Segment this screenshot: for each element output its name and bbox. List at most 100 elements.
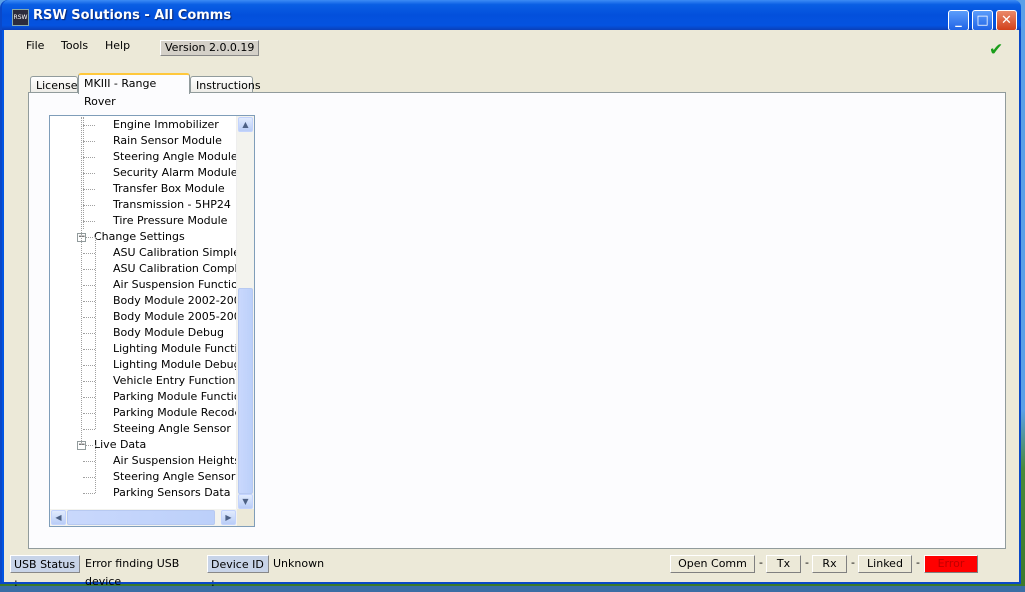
menu-file[interactable]: File	[26, 39, 44, 52]
menu-help[interactable]: Help	[105, 39, 130, 52]
tab-license[interactable]: License	[30, 76, 78, 93]
tree-item[interactable]: Air Suspension Functions	[113, 277, 238, 293]
tree-connector	[83, 333, 95, 334]
tree-connector	[83, 285, 95, 286]
tree-connector	[81, 117, 82, 445]
tree-connector	[83, 477, 95, 478]
menu-bar: File Tools Help Version 2.0.0.19 ✔	[4, 30, 1019, 60]
scroll-right-button[interactable]: ▶	[221, 510, 236, 525]
tree-item[interactable]: Lighting Module Debug	[113, 357, 238, 373]
tree-connector	[83, 317, 95, 318]
tab-panel: Engine Immobilizer Rain Sensor Module Stee…	[28, 92, 1006, 549]
tree-connector	[83, 381, 95, 382]
tree-content: Engine Immobilizer Rain Sensor Module Stee…	[50, 116, 238, 510]
tree-connector	[83, 301, 95, 302]
app-window: RSW RSW Solutions - All Comms _ □ ✕ File…	[0, 0, 1021, 589]
tree-group[interactable]: Live Data	[94, 437, 146, 453]
tree-connector	[83, 221, 95, 222]
tree-item[interactable]: Steering Angle Module	[113, 149, 238, 165]
tab-instructions[interactable]: Instructions	[190, 76, 261, 93]
tree-item[interactable]: Vehicle Entry Functions	[113, 373, 238, 389]
client-area: File Tools Help Version 2.0.0.19 ✔ Licen…	[4, 30, 1019, 589]
tree-item[interactable]: Security Alarm Module	[113, 165, 238, 181]
maximize-button[interactable]: □	[972, 10, 993, 31]
scroll-thumb[interactable]	[238, 288, 253, 494]
tree-connector	[83, 157, 95, 158]
tree-connector	[83, 269, 95, 270]
tree-connector	[95, 445, 96, 493]
tree-item[interactable]: ASU Calibration Simple	[113, 245, 238, 261]
tree-connector	[83, 189, 95, 190]
separator: -	[851, 556, 855, 569]
maximize-icon: □	[976, 13, 989, 28]
tree-connector	[83, 125, 95, 126]
error-indicator: Error	[924, 555, 978, 573]
tab-mkiii-range-rover[interactable]: MKIII - Range Rover	[78, 73, 190, 108]
tree-item[interactable]: Steering Angle Sensor	[113, 469, 235, 485]
tree-connector	[83, 173, 95, 174]
vertical-scrollbar[interactable]: ▲ ▼	[236, 116, 254, 510]
tree-item[interactable]: Tire Pressure Module	[113, 213, 227, 229]
device-id-label: Device ID :	[207, 555, 269, 589]
minimize-icon: _	[955, 13, 962, 28]
module-tree[interactable]: Engine Immobilizer Rain Sensor Module Stee…	[49, 115, 255, 527]
usb-status-label: USB Status :	[10, 555, 80, 589]
tree-connector	[83, 397, 95, 398]
tree-item[interactable]: Rain Sensor Module	[113, 133, 222, 149]
device-id-value: Unknown	[273, 557, 325, 570]
horizontal-scroll-thumb[interactable]	[67, 510, 215, 525]
rx-indicator: Rx	[812, 555, 847, 573]
tree-item[interactable]: Steeing Angle Sensor	[113, 421, 231, 437]
menu-tools[interactable]: Tools	[61, 39, 88, 52]
tree-connector	[83, 429, 95, 430]
chevron-up-icon: ▲	[242, 120, 249, 129]
separator: -	[805, 556, 809, 569]
tree-item[interactable]: Air Suspension Heights	[113, 453, 238, 469]
tree-connector	[83, 413, 95, 414]
version-label: Version 2.0.0.19	[160, 40, 260, 56]
minimize-button[interactable]: _	[948, 10, 969, 31]
separator: -	[916, 556, 920, 569]
tree-item[interactable]: Body Module Debug	[113, 325, 224, 341]
tree-item[interactable]: Transfer Box Module	[113, 181, 225, 197]
tree-connector	[95, 237, 96, 429]
checkmark-icon: ✔	[989, 40, 1004, 60]
tree-item[interactable]: Lighting Module Functions	[113, 341, 238, 357]
tree-group[interactable]: Change Settings	[94, 229, 185, 245]
tree-connector	[85, 445, 93, 446]
tree-item[interactable]: Parking Sensors Data	[113, 485, 230, 501]
tree-item[interactable]: Engine Immobilizer	[113, 117, 219, 133]
tree-item[interactable]: Parking Module Functions	[113, 389, 238, 405]
tree-item[interactable]: Body Module 2005-2006	[113, 309, 238, 325]
linked-indicator: Linked	[858, 555, 912, 573]
tree-connector	[85, 237, 93, 238]
scroll-left-button[interactable]: ◀	[51, 510, 66, 525]
title-bar[interactable]: RSW RSW Solutions - All Comms _ □ ✕	[2, 0, 1021, 31]
window-title: RSW Solutions - All Comms	[33, 8, 232, 23]
tree-connector	[83, 205, 95, 206]
tree-connector	[83, 493, 95, 494]
tx-indicator: Tx	[766, 555, 801, 573]
chevron-left-icon: ◀	[55, 513, 62, 522]
tree-item[interactable]: Parking Module Recode	[113, 405, 238, 421]
horizontal-scrollbar[interactable]: ◀ ▶	[50, 509, 238, 526]
tree-item[interactable]: Transmission - 5HP24	[113, 197, 231, 213]
tree-connector	[83, 461, 95, 462]
tree-connector	[83, 349, 95, 350]
open-comm-button[interactable]: Open Comm	[670, 555, 755, 573]
tree-item[interactable]: Body Module 2002-2004	[113, 293, 238, 309]
tree-item[interactable]: ASU Calibration Complex	[113, 261, 238, 277]
chevron-down-icon: ▼	[242, 497, 249, 506]
scroll-up-button[interactable]: ▲	[238, 117, 253, 132]
tree-connector	[83, 365, 95, 366]
tree-connector	[83, 141, 95, 142]
scroll-down-button[interactable]: ▼	[238, 494, 253, 509]
tree-connector	[83, 117, 84, 229]
chevron-right-icon: ▶	[225, 513, 232, 522]
status-bar: USB Status : Error finding USB device De…	[10, 554, 1010, 589]
tree-connector	[83, 253, 95, 254]
close-button[interactable]: ✕	[996, 10, 1017, 31]
separator: -	[759, 556, 763, 569]
app-icon[interactable]: RSW	[12, 9, 29, 26]
scrollbar-corner	[237, 509, 254, 526]
